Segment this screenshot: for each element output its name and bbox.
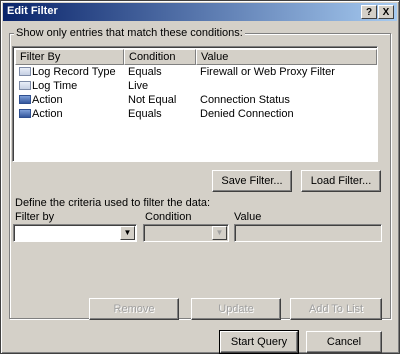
close-button[interactable]: X xyxy=(378,5,394,19)
save-filter-button[interactable]: Save Filter... xyxy=(212,170,292,192)
window-title: Edit Filter xyxy=(7,5,58,17)
add-to-list-button[interactable]: Add To List xyxy=(290,298,382,320)
condition-select[interactable]: ▼ xyxy=(143,224,229,242)
filter-row-filter-by: Action xyxy=(32,108,63,120)
filter-list-header: Filter By Condition Value xyxy=(15,49,377,65)
filter-row-filter-by: Action xyxy=(32,94,63,106)
filter-row-active-icon xyxy=(19,109,31,118)
filter-row-condition: Live xyxy=(128,80,149,92)
filter-row-condition: Not Equal xyxy=(128,94,177,106)
filter-row[interactable]: Action Equals Denied Connection xyxy=(15,107,377,121)
title-bar[interactable]: Edit Filter ? X xyxy=(3,3,397,21)
filter-row-active-icon xyxy=(19,95,31,104)
filter-row-value: Denied Connection xyxy=(200,108,294,120)
column-filter-by[interactable]: Filter By xyxy=(15,49,124,65)
filter-list[interactable]: Filter By Condition Value Log Record Typ… xyxy=(12,46,378,162)
help-button[interactable]: ? xyxy=(361,5,377,19)
filter-row-condition: Equals xyxy=(128,66,162,78)
conditions-group-label: Show only entries that match these condi… xyxy=(14,27,245,39)
edit-filter-dialog: Edit Filter ? X Show only entries that m… xyxy=(0,0,400,354)
filter-by-select[interactable]: ▼ xyxy=(13,224,137,242)
cancel-button[interactable]: Cancel xyxy=(306,331,382,353)
filter-row-icon xyxy=(19,67,31,76)
filter-by-label: Filter by xyxy=(15,211,55,223)
column-condition[interactable]: Condition xyxy=(124,49,196,65)
filter-row[interactable]: Action Not Equal Connection Status xyxy=(15,93,377,107)
column-value[interactable]: Value xyxy=(196,49,377,65)
chevron-down-icon[interactable]: ▼ xyxy=(212,226,227,240)
filter-row-value: Connection Status xyxy=(200,94,290,106)
filter-row-filter-by: Log Record Type xyxy=(32,66,116,78)
filter-row-value: Firewall or Web Proxy Filter xyxy=(200,66,335,78)
value-label: Value xyxy=(234,211,262,223)
filter-row[interactable]: Log Record Type Equals Firewall or Web P… xyxy=(15,65,377,79)
load-filter-button[interactable]: Load Filter... xyxy=(301,170,381,192)
filter-row-icon xyxy=(19,81,31,90)
filter-row[interactable]: Log Time Live xyxy=(15,79,377,93)
update-button[interactable]: Update xyxy=(191,298,281,320)
filter-row-condition: Equals xyxy=(128,108,162,120)
condition-label: Condition xyxy=(145,211,192,223)
criteria-heading: Define the criteria used to filter the d… xyxy=(15,197,211,209)
chevron-down-icon[interactable]: ▼ xyxy=(120,226,135,240)
filter-row-filter-by: Log Time xyxy=(32,80,78,92)
start-query-button[interactable]: Start Query xyxy=(219,330,299,354)
remove-button[interactable]: Remove xyxy=(89,298,179,320)
value-field[interactable] xyxy=(234,224,382,242)
